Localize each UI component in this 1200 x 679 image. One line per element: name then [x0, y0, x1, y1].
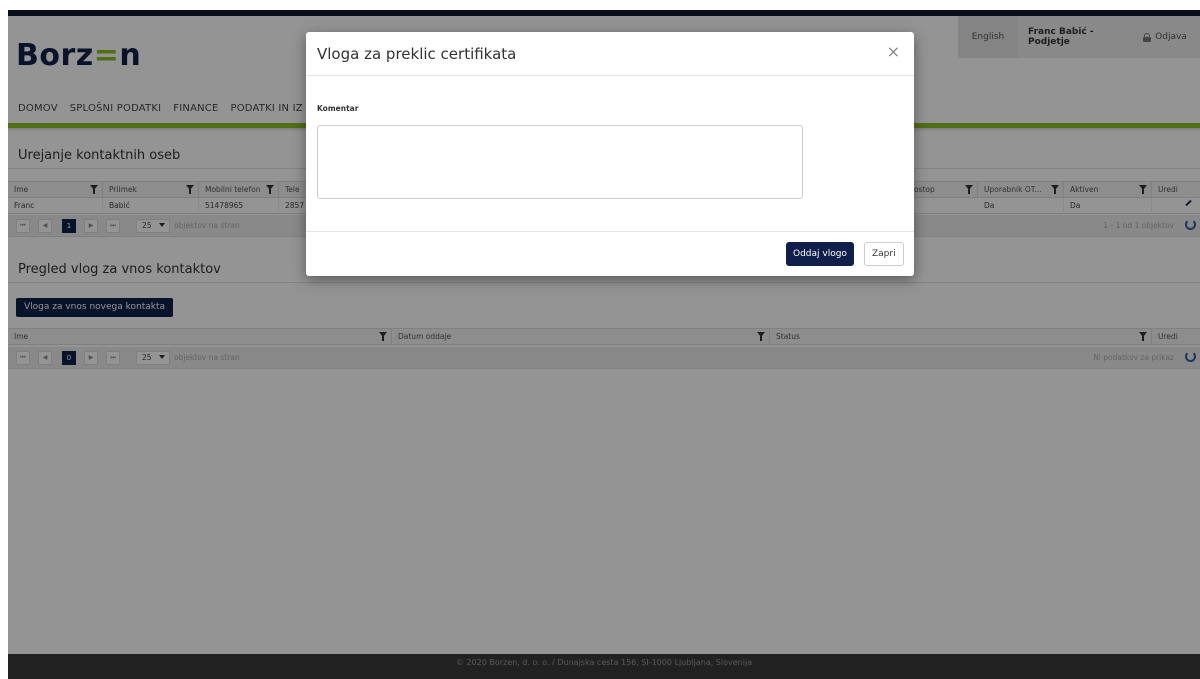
- modal-divider: [306, 75, 914, 76]
- comment-input[interactable]: [317, 125, 803, 199]
- comment-label: Komentar: [317, 104, 359, 113]
- close-icon[interactable]: ×: [887, 42, 900, 61]
- modal-divider: [306, 231, 914, 232]
- revoke-certificate-modal: Vloga za preklic certifikata × Komentar …: [306, 32, 914, 276]
- close-button[interactable]: Zapri: [864, 242, 904, 266]
- modal-title: Vloga za preklic certifikata: [317, 45, 517, 63]
- submit-request-button[interactable]: Oddaj vlogo: [786, 242, 854, 266]
